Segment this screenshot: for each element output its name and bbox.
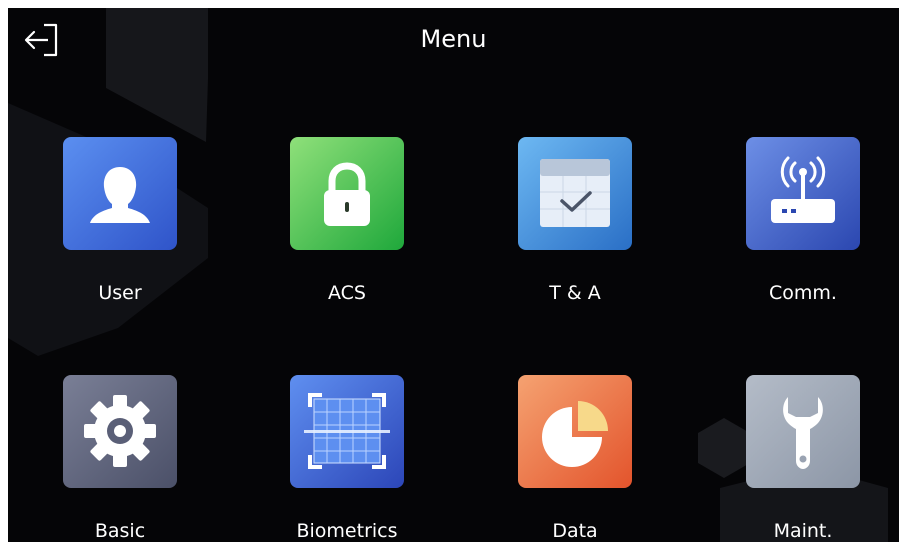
menu-item-maintenance[interactable]: Maint. <box>727 375 877 542</box>
menu-item-user[interactable]: User <box>44 137 194 327</box>
header-bar: Menu <box>8 8 899 70</box>
menu-screen: Menu User ACS T & A Comm. Basic Biometri… <box>8 8 899 542</box>
menu-item-acs[interactable]: ACS <box>271 137 421 327</box>
calendar-check-icon <box>518 137 632 250</box>
menu-item-label: T & A <box>549 282 601 304</box>
menu-item-label: Biometrics <box>296 520 398 542</box>
menu-item-basic[interactable]: Basic <box>44 375 194 542</box>
pie-chart-icon <box>518 375 632 488</box>
page-title: Menu <box>420 25 487 53</box>
router-icon <box>746 137 860 250</box>
menu-item-label: User <box>98 282 142 304</box>
menu-item-label: Maint. <box>773 520 833 542</box>
menu-item-data[interactable]: Data <box>499 375 649 542</box>
lock-icon <box>290 137 404 250</box>
face-scan-icon <box>290 375 404 488</box>
wrench-icon <box>746 375 860 488</box>
menu-item-label: Data <box>552 520 598 542</box>
menu-item-label: Comm. <box>769 282 837 304</box>
menu-item-label: ACS <box>328 282 366 304</box>
gear-icon <box>63 375 177 488</box>
user-icon <box>63 137 177 250</box>
menu-item-label: Basic <box>94 520 146 542</box>
menu-item-comm[interactable]: Comm. <box>727 137 877 327</box>
menu-item-biometrics[interactable]: Biometrics <box>271 375 421 542</box>
menu-item-time-attendance[interactable]: T & A <box>499 137 649 327</box>
